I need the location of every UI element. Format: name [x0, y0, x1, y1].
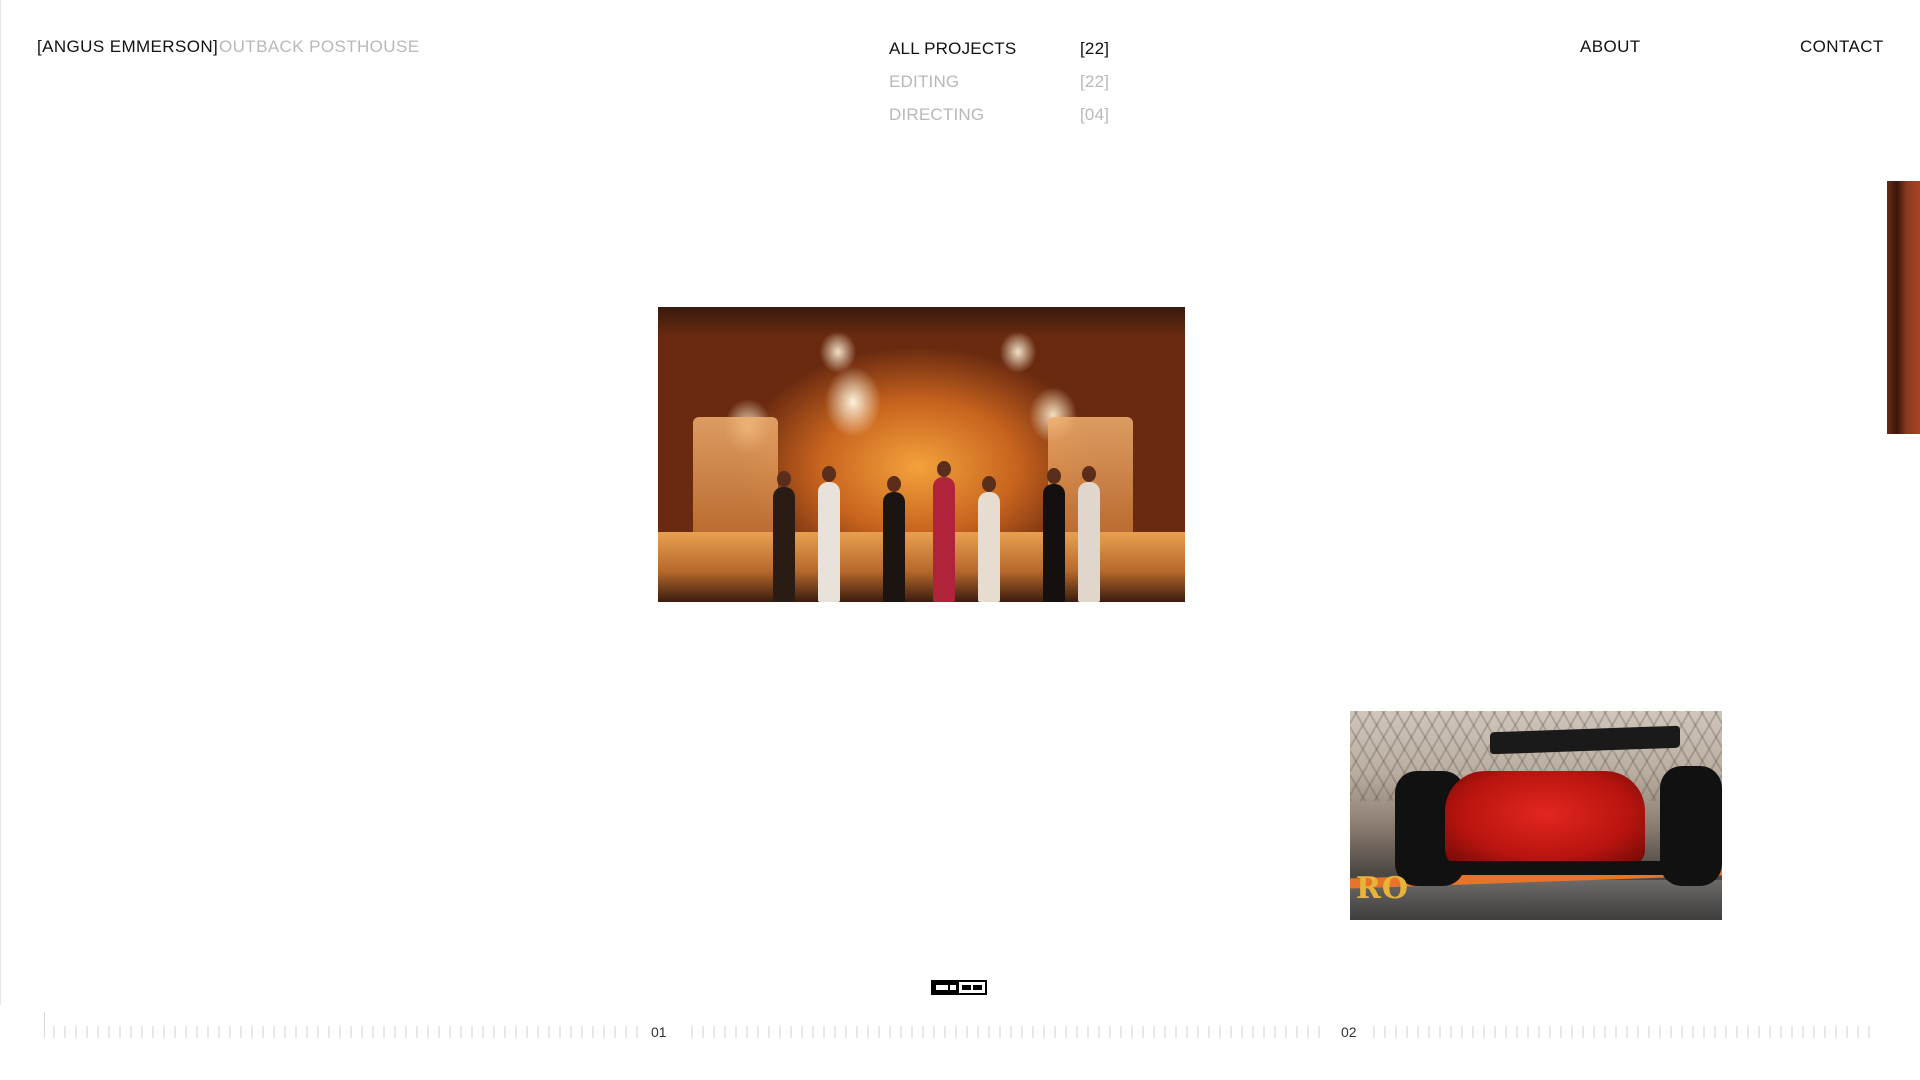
timeline-marker-02[interactable]: 02	[1341, 1025, 1357, 1039]
stage-truss	[658, 307, 1185, 337]
filter-directing[interactable]: DIRECTING [04]	[889, 105, 1109, 124]
filter-label: DIRECTING	[889, 105, 985, 124]
front-wing	[1410, 861, 1680, 875]
stage-floor	[658, 532, 1185, 602]
list-view-icon[interactable]	[959, 982, 985, 993]
performer	[933, 461, 955, 602]
performer	[1043, 468, 1065, 602]
next-project-thumbnail[interactable]	[1887, 181, 1920, 434]
filter-label: ALL PROJECTS	[889, 39, 1017, 58]
performer	[818, 466, 840, 602]
nav-contact-link[interactable]: CONTACT	[1800, 38, 1884, 55]
filter-editing[interactable]: EDITING [22]	[889, 72, 1109, 91]
timeline-marker-01[interactable]: 01	[651, 1025, 667, 1039]
performer	[1078, 466, 1100, 602]
filter-count: [22]	[1080, 72, 1110, 91]
car-body	[1445, 771, 1645, 866]
filter-count: [22]	[1080, 39, 1110, 58]
sponsor-logo: RO	[1356, 871, 1410, 906]
concert-performance-thumbnail[interactable]	[658, 307, 1185, 602]
f1-car-thumbnail[interactable]: RO	[1350, 711, 1722, 920]
grid-view-icon[interactable]	[933, 982, 959, 993]
page-left-border	[0, 0, 1, 1005]
performer	[773, 471, 795, 602]
view-toggle[interactable]	[931, 980, 987, 995]
performer	[883, 476, 905, 602]
brand-name[interactable]: [ANGUS EMMERSON]	[37, 38, 218, 55]
company-link[interactable]: OUTBACK POSTHOUSE	[219, 38, 419, 55]
performer	[978, 476, 1000, 602]
filter-label: EDITING	[889, 72, 960, 91]
filter-count: [04]	[1080, 105, 1110, 124]
timeline-scrubber[interactable]	[44, 1012, 1884, 1038]
filter-all-projects[interactable]: ALL PROJECTS [22]	[889, 39, 1109, 58]
nav-about-link[interactable]: ABOUT	[1580, 38, 1641, 55]
stage-screen-left	[693, 417, 778, 547]
